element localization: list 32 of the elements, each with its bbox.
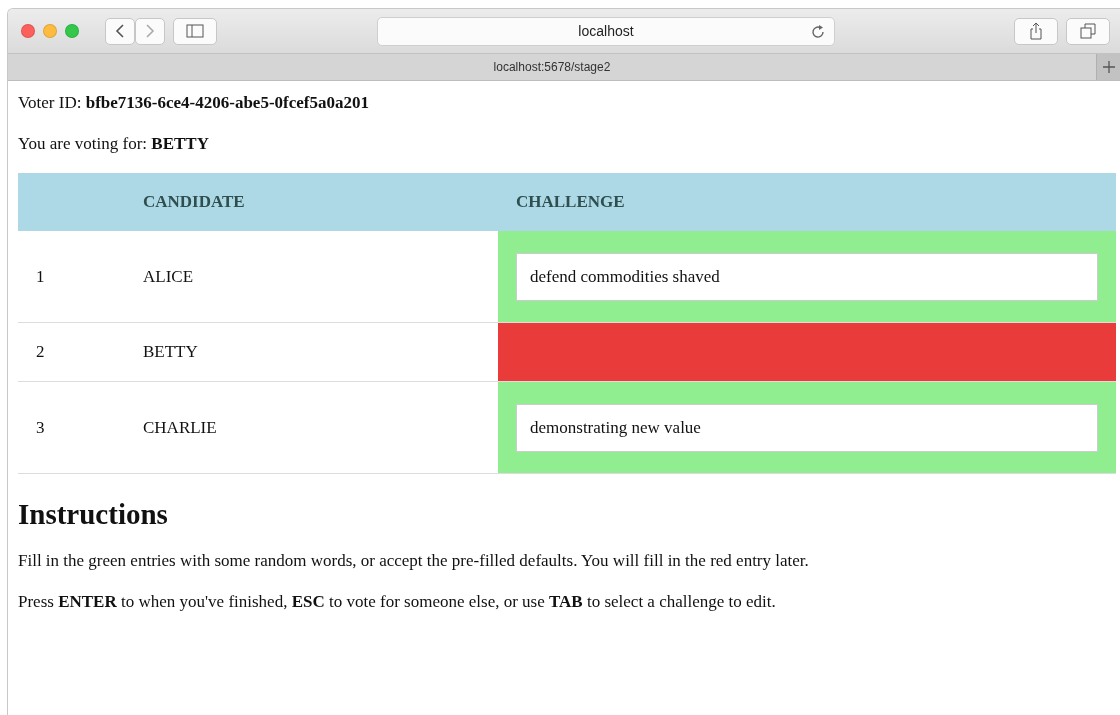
column-header: CANDIDATE bbox=[143, 173, 498, 231]
minimize-button[interactable] bbox=[43, 24, 57, 38]
candidate-name: CHARLIE bbox=[143, 381, 498, 474]
share-icon bbox=[1029, 22, 1043, 40]
chevron-right-icon bbox=[145, 23, 155, 39]
row-number: 1 bbox=[18, 231, 143, 323]
plus-icon bbox=[1101, 60, 1116, 74]
forward-button[interactable] bbox=[135, 17, 165, 45]
close-button[interactable] bbox=[21, 24, 35, 38]
sidebar-icon bbox=[186, 24, 204, 38]
tabs-button[interactable] bbox=[1066, 17, 1110, 45]
chevron-left-icon bbox=[115, 23, 125, 39]
challenge-input[interactable]: defend commodities shaved bbox=[516, 252, 1098, 301]
new-tab-button[interactable] bbox=[1096, 54, 1120, 80]
instructions-heading: Instructions bbox=[18, 498, 169, 531]
sidebar-button[interactable] bbox=[173, 17, 217, 45]
challenge-input[interactable]: demonstrating new value bbox=[516, 403, 1098, 452]
candidate-name: ALICE bbox=[143, 231, 498, 323]
zoom-button[interactable] bbox=[65, 24, 79, 38]
row-number: 2 bbox=[18, 322, 143, 382]
back-button[interactable] bbox=[105, 17, 135, 45]
row-number: 3 bbox=[18, 381, 143, 474]
column-header: CHALLENGE bbox=[498, 173, 1116, 231]
reload-icon[interactable] bbox=[810, 23, 826, 40]
candidate-name: BETTY bbox=[143, 322, 498, 382]
share-button[interactable] bbox=[1014, 17, 1058, 45]
voting-for: You are voting for: BETTY bbox=[18, 133, 210, 155]
instruction-text: Press ENTER to when you've finished, ESC to vote for someone else, or use TAB to select a challenge to edit. bbox=[18, 591, 777, 613]
address-field[interactable]: localhost bbox=[377, 16, 835, 46]
tabs-icon bbox=[1080, 23, 1096, 39]
voter-id: Voter ID: bfbe7136-6ce4-4206-abe5-0fcef5a0a201 bbox=[18, 92, 370, 114]
instruction-text: Fill in the green entries with some random words, or accept the pre-filled defaults. You will fill in the red entry later. bbox=[18, 550, 810, 572]
